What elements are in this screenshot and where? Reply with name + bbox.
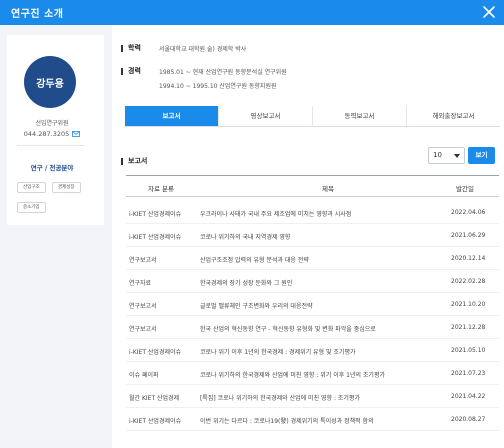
contact-row: 044.287.3205 [7, 130, 97, 138]
column-header: 발간일 [456, 185, 474, 193]
row-date: 2022.02.28 [451, 278, 486, 285]
phone-number: 044.287.3205 [23, 130, 70, 138]
row-category: 이슈 페이퍼 [129, 372, 159, 379]
row-title[interactable]: 산업구조조정 압력의 유형 분석과 대응 전략 [200, 255, 450, 264]
row-title[interactable]: 이번 위기는 다르다 : 코로나19(發) 경제위기의 특이성과 정책적 함의 [200, 416, 450, 425]
page-size-select[interactable]: 10 [428, 147, 465, 164]
researcher-position: 선임연구위원 [35, 120, 69, 127]
row-category: 월간 KIET 산업경제 [129, 395, 180, 402]
row-date: 2021.06.29 [451, 232, 486, 239]
table-header: 자료 분류 제목 발간일 [126, 175, 499, 197]
close-icon[interactable] [480, 3, 498, 21]
tab-video-reports[interactable]: 영상보고서 [218, 106, 312, 126]
row-category: i-KIET 산업경제이슈 [129, 234, 182, 241]
row-title[interactable]: 한국경제의 장기 성장 둔화와 그 원인 [200, 278, 450, 287]
field-tag[interactable]: 경제성장 [52, 182, 81, 193]
tab-reports[interactable]: 보고서 [125, 106, 218, 126]
row-category: i-KIET 산업경제이슈 [129, 349, 182, 356]
section-title: 보고서 [121, 156, 147, 166]
table-row[interactable]: 연구보고서 산업구조조정 압력의 유형 분석과 대응 전략 2020.12.14 [126, 247, 499, 270]
row-title[interactable]: 한국 산업의 혁신동향 연구 - 혁신동향 유형화 및 변화 파악을 중심으로 [200, 324, 450, 333]
field-tag[interactable]: 산업구조 [17, 182, 46, 193]
table-row[interactable]: 연구보고서 글로벌 밸류체인 구조변화와 우리의 대응전략 2021.10.20 [126, 293, 499, 316]
column-header: 자료 분류 [148, 185, 174, 193]
row-date: 2021.04.22 [451, 393, 486, 400]
row-title[interactable]: [특집] 코로나 위기하의 한국경제와 산업에 미친 영향 : 조기평가 [200, 393, 450, 402]
researcher-name: 강두용 [36, 78, 64, 90]
table-row[interactable]: 연구보고서 한국 산업의 혁신동향 연구 - 혁신동향 유형화 및 변화 파악을 … [126, 316, 499, 339]
row-date: 2021.05.10 [451, 347, 486, 354]
row-category: 연구보고서 [129, 303, 157, 310]
table-row[interactable]: 이슈 페이퍼 코로나 위기하의 한국경제와 산업에 미친 영향 : 위기 이후 1… [126, 362, 499, 385]
row-title[interactable]: 코로나 위기하의 한국경제와 산업에 미친 영향 : 위기 이후 1년의 조기평… [200, 370, 450, 379]
table-row[interactable]: 월간 KIET 산업경제 [특집] 코로나 위기하의 한국경제와 산업에 미친 영… [126, 385, 499, 408]
row-date: 2020.12.14 [451, 255, 486, 262]
row-title[interactable]: 글로벌 밸류체인 구조변화와 우리의 대응전략 [200, 301, 450, 310]
row-date: 2021.10.20 [451, 301, 486, 308]
report-tabs: 보고서 영상보고서 동력보고서 해외출장보고서 [125, 106, 500, 127]
main-panel: 학력 서울대학교 대학원 술) 경제학 박사 경력 1985.01 ~ 현재 산… [112, 25, 504, 448]
row-date: 2021.07.23 [451, 370, 486, 377]
avatar: 강두용 [24, 56, 76, 108]
table-row[interactable]: i-KIET 산업경제이슈 우크라이나 사태가 국내 주요 제조업에 미치는 영향… [126, 201, 499, 224]
row-title[interactable]: 코로나 위기 이후 1년의 한국경제 : 경제위기 유형 및 조기평가 [200, 347, 450, 356]
row-date: 2022.04.06 [451, 209, 486, 216]
career-label: 경력 [121, 66, 141, 76]
row-title[interactable]: 코로나 위기하의 국내 지역경제 영향 [200, 232, 450, 241]
row-category: 연구자료 [129, 280, 152, 287]
profile-card: 강두용 선임연구위원 044.287.3205 연구 / 전공분야 산업구조 경… [7, 35, 104, 225]
row-category: 연구보고서 [129, 257, 157, 264]
chevron-down-icon [454, 154, 460, 158]
career-text: 1994.10 ~ 1995.10 산업연구원 동향지원원 [159, 83, 277, 90]
table-row[interactable]: i-KIET 산업경제이슈 이번 위기는 다르다 : 코로나19(發) 경제위기의… [126, 408, 499, 431]
row-category: 연구보고서 [129, 326, 157, 333]
tab-overseas-reports[interactable]: 해외출장보고서 [406, 106, 500, 126]
tab-trend-reports[interactable]: 동력보고서 [312, 106, 406, 126]
page-title: 연구진 소개 [11, 9, 64, 20]
header-bar: 연구진 소개 [0, 0, 504, 25]
row-category: i-KIET 산업경제이슈 [129, 211, 182, 218]
career-text: 1985.01 ~ 현재 산업연구원 동향분석실 연구위원 [159, 69, 287, 76]
row-date: 2021.12.28 [451, 324, 486, 331]
education-label: 학력 [121, 43, 141, 53]
field-title: 연구 / 전공분야 [30, 164, 74, 172]
table-row[interactable]: 연구자료 한국경제의 장기 성장 둔화와 그 원인 2022.02.28 [126, 270, 499, 293]
divider [17, 145, 84, 146]
row-category: i-KIET 산업경제이슈 [129, 418, 182, 425]
mail-icon[interactable] [72, 131, 81, 137]
education-text: 서울대학교 대학원 술) 경제학 박사 [159, 46, 247, 53]
field-tag[interactable]: 중소기업 [17, 202, 46, 213]
table-row[interactable]: i-KIET 산업경제이슈 코로나 위기 이후 1년의 한국경제 : 경제위기 유… [126, 339, 499, 362]
table-row[interactable]: i-KIET 산업경제이슈 코로나 위기하의 국내 지역경제 영향 2021.06.… [126, 224, 499, 247]
column-header: 제목 [322, 185, 334, 193]
row-title[interactable]: 우크라이나 사태가 국내 주요 제조업에 미치는 영향과 시사점 [200, 209, 450, 218]
view-button[interactable]: 보기 [468, 147, 495, 164]
row-date: 2020.08.27 [451, 416, 486, 423]
